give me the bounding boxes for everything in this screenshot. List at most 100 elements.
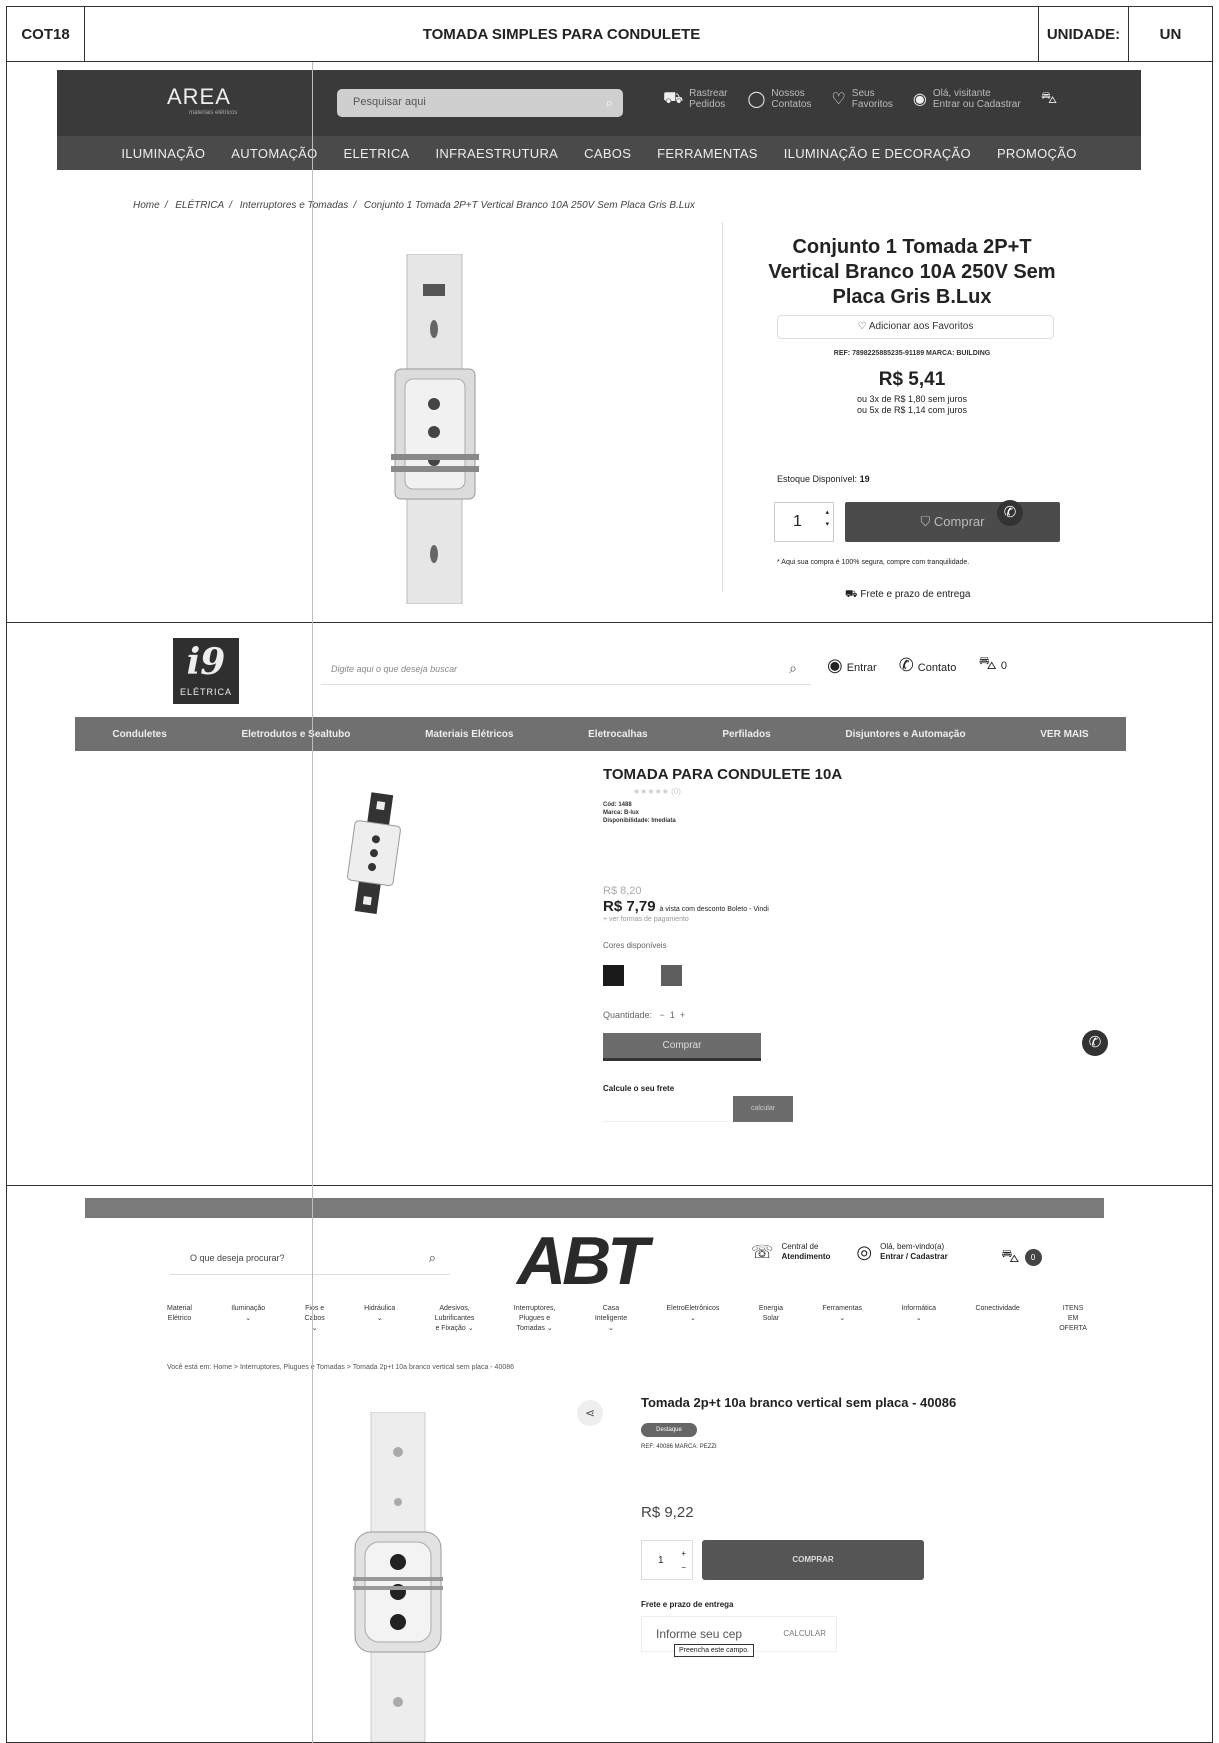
user-icon: ◎	[856, 1242, 873, 1262]
product-title: Conjunto 1 Tomada 2P+T Vertical Branco 1…	[768, 236, 1056, 308]
cart-link[interactable]: ⛍	[1041, 88, 1058, 110]
buy-button[interactable]: COMPRAR	[702, 1540, 924, 1580]
top-banner	[85, 1198, 1104, 1218]
nav-item[interactable]: ILUMINAÇÃO	[121, 146, 205, 161]
cart-icon: ⛍	[978, 653, 997, 673]
customer-service-link[interactable]: ☏ Central de Atendimento	[751, 1242, 830, 1262]
cart-link[interactable]: ⛍ 0	[1001, 1246, 1042, 1270]
rating: ★★★★★ (0)	[633, 787, 681, 796]
validation-tooltip: Preencha este campo.	[674, 1644, 755, 1657]
search-icon[interactable]: ⌕	[789, 660, 797, 677]
nav-item[interactable]: VER MAIS	[1040, 729, 1088, 740]
nav-item[interactable]: Conduletes	[112, 729, 166, 740]
nav-item[interactable]: INFRAESTRUTURA	[436, 146, 559, 161]
product-image	[391, 254, 479, 604]
nav-item[interactable]: ELETRICA	[344, 146, 410, 161]
breadcrumb-item: Conjunto 1 Tomada 2P+T Vertical Branco 1…	[363, 200, 695, 211]
breadcrumb-item[interactable]: ELÉTRICA	[175, 200, 224, 211]
nav-item[interactable]: Perfilados	[722, 729, 770, 740]
calculate-shipping-button[interactable]: calcular	[733, 1096, 793, 1122]
product-ref: REF: 40086 MARCA: PEZZI	[641, 1444, 717, 1450]
search-input[interactable]: O que deseja procurar? ⌕	[170, 1241, 450, 1275]
cep-input[interactable]	[603, 1096, 731, 1122]
screenshot-abt: O que deseja procurar? ⌕ ABT ☏ Central de…	[6, 1186, 1213, 1743]
nav-item[interactable]: Eletrodutos e Sealtubo	[241, 729, 350, 740]
screenshot-i9: i9 ELÉTRICA Digite aqui o que deseja busc…	[6, 623, 1213, 1186]
scan-line	[312, 62, 313, 1743]
buy-button[interactable]: Comprar	[603, 1033, 761, 1061]
area-logo[interactable]: AREA materiais elétricos	[167, 84, 237, 116]
whatsapp-icon[interactable]: ✆	[1082, 1030, 1108, 1056]
cart-icon: ⛍	[1040, 90, 1058, 107]
heart-icon: ♡	[831, 91, 846, 108]
i9-logo[interactable]: i9 ELÉTRICA	[173, 638, 239, 704]
search-icon[interactable]: ⌕	[429, 1250, 436, 1266]
user-icon: ◉	[912, 91, 927, 108]
stock-info: Estoque Disponível: 19	[777, 474, 870, 484]
buy-button[interactable]: ⛉ Comprar	[845, 502, 1060, 542]
search-icon[interactable]: ⌕	[606, 95, 613, 111]
nav-item[interactable]: Iluminação ⌄	[231, 1304, 265, 1334]
heart-icon: ♡	[857, 321, 867, 332]
payment-options-link[interactable]: + ver formas de pagamento	[603, 916, 689, 923]
i9-main-nav: Conduletes Eletrodutos e Sealtubo Materi…	[75, 717, 1126, 751]
breadcrumb-item[interactable]: Home	[133, 200, 160, 211]
account-link[interactable]: ◎ Olá, bem-vindo(a) Entrar / Cadastrar	[856, 1242, 947, 1262]
nav-item[interactable]: Adesivos, Lubrificantes e Fixação ⌄	[435, 1304, 475, 1334]
nav-item[interactable]: Material Elétrico	[167, 1304, 192, 1334]
abt-logo[interactable]: ABT	[517, 1222, 649, 1300]
old-price: R$ 8,20	[603, 885, 642, 897]
secure-note: * Aqui sua compra é 100% segura, compre …	[777, 559, 970, 566]
nav-item[interactable]: Materiais Elétricos	[425, 729, 513, 740]
nav-item[interactable]: FERRAMENTAS	[657, 146, 758, 161]
color-swatch-black[interactable]	[603, 965, 624, 986]
nav-item[interactable]: Eletrocalhas	[588, 729, 647, 740]
bag-icon: ⛉	[920, 514, 931, 529]
search-input[interactable]: Digite aqui o que deseja buscar ⌕	[321, 653, 811, 685]
product-price: R$ 9,22	[641, 1504, 694, 1521]
nav-item[interactable]: Energia Solar	[759, 1304, 783, 1334]
header-links: ⛟ Rastrear Pedidos ◯ Nossos Contatos ♡ Seus Fa…	[663, 88, 1057, 110]
nav-item[interactable]: EletroEletrônicos ⌄	[667, 1304, 720, 1334]
calculate-shipping-button[interactable]: CALCULAR	[783, 1629, 826, 1638]
chat-icon: ◯	[747, 91, 766, 108]
header-links: ◉ Entrar ✆ Contato ⛍ 0	[827, 653, 1007, 677]
status-badge: Destaque	[641, 1423, 697, 1437]
nav-item[interactable]: Ferramentas ⌄	[822, 1304, 862, 1334]
nav-item[interactable]: CABOS	[584, 146, 631, 161]
nav-item[interactable]: Disjuntores e Automação	[845, 729, 965, 740]
search-input[interactable]: Pesquisar aqui ⌕	[337, 89, 623, 117]
user-icon: ◉	[827, 654, 843, 675]
share-icon[interactable]: ⋖	[577, 1400, 603, 1426]
nav-item[interactable]: PROMOÇÃO	[997, 146, 1077, 161]
quantity-stepper[interactable]: 1 ▴ ▾	[774, 502, 834, 542]
color-swatch-gray[interactable]	[661, 965, 682, 986]
favorites-link[interactable]: ♡ Seus Favoritos	[831, 88, 892, 110]
cart-link[interactable]: ⛍ 0	[978, 653, 1007, 677]
nav-item[interactable]: ILUMINAÇÃO E DECORAÇÃO	[784, 146, 971, 161]
nav-item[interactable]: Hidráulica ⌄	[364, 1304, 395, 1334]
contacts-link[interactable]: ◯ Nossos Contatos	[748, 88, 812, 110]
login-link[interactable]: ◉ Entrar	[827, 655, 877, 676]
account-link[interactable]: ◉ Olá, visitante Entrar ou Cadastrar	[913, 88, 1021, 110]
nav-item[interactable]: Informática ⌄	[901, 1304, 936, 1334]
area-main-nav: ILUMINAÇÃO AUTOMAÇÃO ELETRICA INFRAESTRU…	[57, 136, 1141, 170]
track-orders-link[interactable]: ⛟ Rastrear Pedidos	[663, 88, 728, 110]
product-price: R$ 5,41	[878, 369, 946, 390]
product-price: R$ 7,79 à vista com desconto Boleto - Vin…	[603, 898, 769, 915]
add-to-favorites-button[interactable]: ♡ Adicionar aos Favoritos	[777, 315, 1054, 339]
shipping-link[interactable]: ⛟ Frete e prazo de entrega	[845, 589, 970, 602]
nav-item[interactable]: ITENS EM OFERTA	[1059, 1304, 1087, 1334]
nav-item[interactable]: Casa Inteligente ⌄	[595, 1304, 627, 1334]
nav-item[interactable]: Interruptores, Plugues e Tomadas ⌄	[514, 1304, 556, 1334]
quantity-stepper[interactable]: Quantidade: − 1 +	[603, 1010, 685, 1020]
breadcrumb-item[interactable]: Interruptores e Tomadas	[240, 200, 349, 211]
contact-link[interactable]: ✆ Contato	[899, 655, 957, 676]
nav-item[interactable]: Conectividade	[975, 1304, 1019, 1334]
whatsapp-icon[interactable]: ✆	[997, 500, 1023, 526]
quantity-stepper[interactable]: 1 + −	[641, 1540, 693, 1580]
shipping-label: Calcule o seu frete	[603, 1084, 675, 1093]
nav-item[interactable]: Fios e Cabos ⌄	[305, 1304, 325, 1334]
breadcrumb[interactable]: Você está em: Home > Interruptores, Plug…	[167, 1364, 514, 1371]
nav-item[interactable]: AUTOMAÇÃO	[231, 146, 317, 161]
